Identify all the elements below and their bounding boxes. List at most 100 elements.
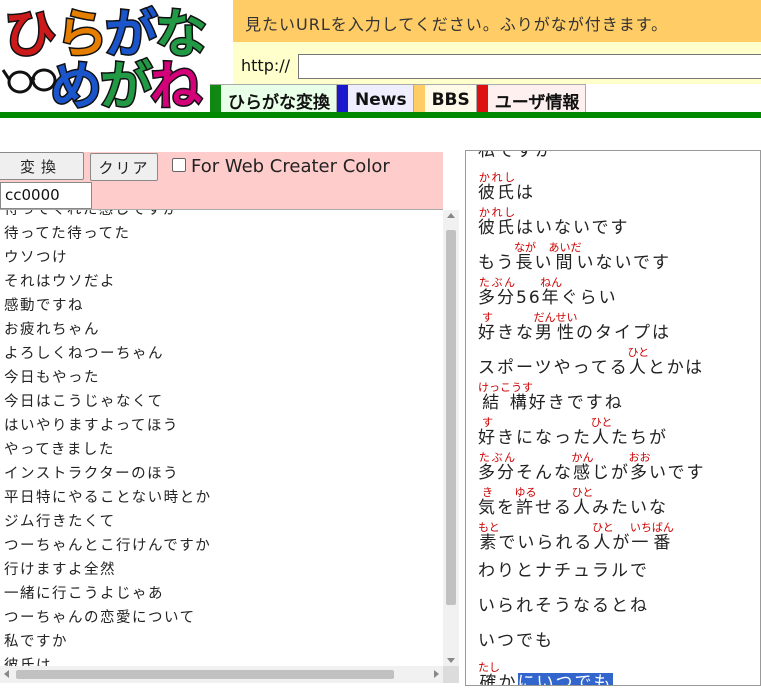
ruby-word: 多おお [629,451,651,483]
output-segment: 多おお [629,451,651,483]
logo-char: ら [56,5,108,65]
input-text-line: やってきました [4,442,115,458]
output-segment: のタイプは [576,323,671,343]
output-line: もう長ながい間あいだいないです [478,241,706,276]
output-segment: わりとナチュラルで [478,561,649,581]
output-line: 好すきになった人ひとたちが [478,416,706,451]
nav-item-bbs[interactable]: BBS [413,84,477,112]
nav-item-hiragana-convert[interactable]: ひらがな変換 [210,84,337,113]
input-text-line: ウソつけ [4,250,68,266]
output-line: 彼氏かれしはいないです [478,206,706,241]
furigana-reading: たし [478,661,500,674]
textarea-horizontal-scrollbar[interactable] [0,666,443,683]
ruby-word: 確たし [478,661,500,685]
logo-char: め [50,57,102,110]
nav-item-user-info[interactable]: ユーザ情報 [476,84,587,113]
furigana-reading: もと [478,521,500,534]
output-segment: いないです [576,253,671,273]
ruby-base: 感 [571,463,594,483]
furigana-reading: おお [628,451,651,464]
output-segment: きになった [497,428,592,448]
ruby-word: 彼氏かれし [478,206,516,238]
furigana-reading: たぶん [478,276,516,289]
furigana-reading: かれし [478,171,516,184]
ruby-word: 多分たぶん [478,451,516,483]
output-segment: 人ひと [591,416,613,448]
ruby-base: 一番 [629,533,674,553]
output-line: いられそうなるとね [478,591,706,626]
output-segment: 彼氏かれし [478,206,516,238]
furigana-reading: す [478,311,497,324]
ruby-base: 男性 [533,323,578,343]
ruby-word: 多分たぶん [478,276,516,308]
ruby-word: 人ひと [572,486,594,518]
web-color-checkbox[interactable] [172,158,186,172]
nav-item-news[interactable]: News [337,84,414,112]
output-segment: 確たし [478,661,500,685]
ruby-base: 彼氏 [478,218,516,238]
output-segment: 56 [516,288,542,308]
input-text-line: 平日特にやることない時とか [4,490,212,506]
output-segment: 人ひと [572,486,594,518]
furigana-reading: だんせい [533,311,578,324]
furigana-reading: けっこうす [478,381,533,394]
ruby-word: 好す [478,311,497,343]
input-text-line: 感動ですね [4,298,84,314]
instruction-banner: 見たいURLを入力してください。ふりがなが付きます。 [233,0,761,42]
input-text-line: 待ってた待ってた [4,226,131,242]
scroll-right-arrow-icon[interactable] [434,670,439,678]
textarea-resize-corner[interactable] [443,666,459,683]
output-segment: 多分たぶん [478,451,516,483]
horizontal-scroll-thumb[interactable] [16,670,394,679]
output-segment: とかは [647,358,705,378]
input-textarea[interactable]: 待ってくれた感じですか 待ってた待ってた ウソつけ それはウソだよ 感動ですね お疲れちゃ… [0,210,443,666]
output-segment: そんな [516,463,573,483]
ruby-word: 彼氏かれし [478,171,516,203]
scroll-up-arrow-icon[interactable] [447,213,455,218]
input-text-line: ジム行きたくて [4,514,116,530]
output-segment: 間あいだ [549,241,582,273]
ruby-word: 一番いちばん [629,521,674,553]
nav-label: ユーザ情報 [494,92,580,113]
nav-color-bar [476,85,488,112]
ruby-base: 多分 [478,463,516,483]
nav-color-bar [413,85,425,112]
ruby-base: 好 [478,323,497,343]
output-segment: スポーツやってる [478,358,629,378]
scroll-left-arrow-icon[interactable] [4,670,9,678]
output-segment: を [497,498,516,518]
furigana-reading: なが [514,241,536,254]
ruby-word: 人ひと [591,416,613,448]
output-line: 素もとでいられる人ひとが一番いちばん [478,521,706,556]
ruby-word: 気き [478,486,497,518]
output-line: 多分たぶんそんな感かんじが多おおいです [478,451,706,486]
output-segment: 許ゆる [515,486,537,518]
furigana-reading: いちばん [629,521,674,534]
color-code-input[interactable]: cc0000 [0,182,92,209]
header-divider [0,112,761,118]
logo-char: ひ [4,5,56,65]
hiragana-megane-logo[interactable]: ひ ら が な め が ね [0,0,210,110]
output-line: 確たしかにいつでも [478,661,706,685]
output-segment: 男性だんせい [533,311,578,343]
furigana-reading: あいだ [548,241,582,254]
output-line: わりとナチュラルで [478,556,706,591]
scroll-down-arrow-icon[interactable] [447,658,455,663]
convert-button[interactable]: 変換 [0,152,84,180]
output-segment: もう [478,253,516,273]
furigana-reading: ひと [571,486,594,499]
clear-button[interactable]: クリア [90,153,158,181]
ruby-base: 気 [478,498,497,518]
textarea-vertical-scrollbar[interactable] [443,210,459,666]
logo-char: が [100,57,152,110]
output-segment: 好きですね [528,393,624,413]
output-segment: 彼氏かれし [478,171,516,203]
vertical-scroll-thumb[interactable] [446,230,456,605]
output-segment: 結構けっこうす [478,381,533,413]
input-text-line: 今日もやった [4,370,100,386]
furigana-output-pane: 私ですか 彼氏かれしは 彼氏かれしはいないです もう長ながい間あいだいないです 多分たぶ… [465,150,761,686]
logo-char: な [155,5,207,65]
ruby-base: 好 [478,428,497,448]
ruby-base: 人 [627,358,650,378]
url-input[interactable] [298,54,761,79]
